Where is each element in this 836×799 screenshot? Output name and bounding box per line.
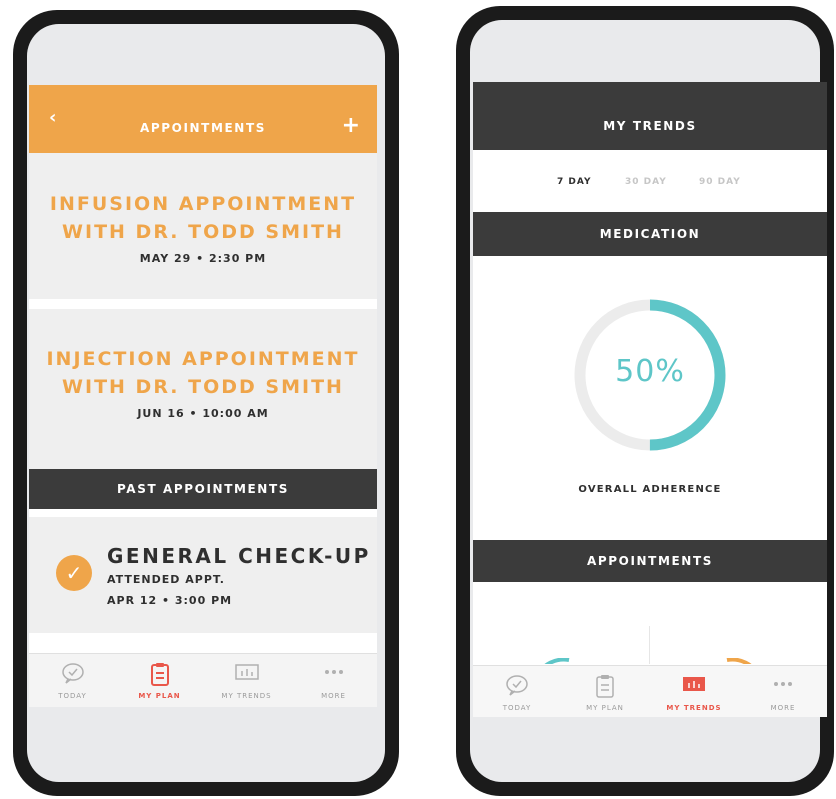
chat-check-icon: [506, 675, 528, 696]
trends-screen: MY TRENDS 7 DAY 30 DAY 90 DAY MEDICATION…: [473, 82, 827, 717]
appointments-header: APPOINTMENTS: [473, 540, 827, 582]
tab-my-trends[interactable]: MY TRENDS: [649, 666, 739, 717]
appointment-datetime: MAY 29 • 2:30 PM: [139, 252, 267, 265]
past-appointment-card[interactable]: ✓ GENERAL CHECK-UP ATTENDED APPT. APR 12…: [29, 517, 377, 633]
adherence-label: OVERALL ADHERENCE: [578, 484, 722, 495]
check-circle-icon: ✓: [56, 555, 92, 591]
appointment-card-infusion[interactable]: INFUSION APPOINTMENT WITH DR. TODD SMITH…: [29, 153, 377, 299]
past-appointment-status: ATTENDED APPT.: [107, 573, 225, 586]
appointments-gauge-partial: [544, 658, 570, 664]
tab-label: MY TRENDS: [666, 704, 722, 712]
appointment-title-line1: INFUSION APPOINTMENT: [49, 193, 357, 215]
adherence-value: 50%: [615, 354, 685, 389]
past-appointments-header: PAST APPOINTMENTS: [29, 469, 377, 509]
tab-my-trends[interactable]: MY TRENDS: [203, 654, 290, 707]
tab-today[interactable]: TODAY: [473, 666, 561, 717]
tab-more[interactable]: MORE: [739, 666, 827, 717]
range-7-day[interactable]: 7 DAY: [557, 177, 592, 187]
divider: [29, 509, 377, 517]
phone-frame-trends: MY TRENDS 7 DAY 30 DAY 90 DAY MEDICATION…: [456, 6, 834, 796]
tab-more[interactable]: MORE: [290, 654, 377, 707]
clipboard-icon: [150, 663, 169, 686]
past-appointment-title: GENERAL CHECK-UP: [107, 544, 371, 568]
appointment-title-line2: WITH DR. TODD SMITH: [62, 221, 344, 243]
chart-icon: [683, 677, 705, 691]
tab-label: MORE: [770, 704, 796, 712]
tab-bar: TODAY MY PLAN MY TRENDS MORE: [473, 665, 827, 717]
appointments-gauge-partial: [726, 658, 752, 664]
tab-my-plan[interactable]: MY PLAN: [561, 666, 649, 717]
plus-icon[interactable]: +: [342, 115, 360, 137]
range-30-day[interactable]: 30 DAY: [625, 177, 667, 187]
past-appointment-datetime: APR 12 • 3:00 PM: [107, 594, 233, 607]
tab-label: MY TRENDS: [221, 692, 272, 700]
medication-header: MEDICATION: [473, 212, 827, 256]
appointment-datetime: JUN 16 • 10:00 AM: [137, 407, 269, 420]
divider: [649, 626, 650, 664]
dots-icon: [324, 670, 343, 674]
tab-label: MY PLAN: [138, 692, 181, 700]
page-title: MY TRENDS: [473, 82, 827, 150]
tab-label: TODAY: [502, 704, 532, 712]
phone-frame-appointments: ‹ APPOINTMENTS + INFUSION APPOINTMENT WI…: [13, 10, 399, 796]
chat-check-icon: [61, 663, 84, 684]
appointments-header: ‹ APPOINTMENTS +: [29, 85, 377, 153]
tab-today[interactable]: TODAY: [29, 654, 116, 707]
appointments-screen: ‹ APPOINTMENTS + INFUSION APPOINTMENT WI…: [29, 85, 377, 707]
tab-my-plan[interactable]: MY PLAN: [116, 654, 203, 707]
clipboard-icon: [596, 675, 614, 698]
medication-section: 50% OVERALL ADHERENCE: [473, 256, 827, 534]
range-90-day[interactable]: 90 DAY: [699, 177, 741, 187]
divider: [29, 299, 377, 309]
tab-label: MORE: [321, 692, 346, 700]
dots-icon: [774, 682, 792, 686]
chart-icon: [234, 664, 259, 680]
appointment-title-line2: WITH DR. TODD SMITH: [62, 376, 344, 398]
tab-label: MY PLAN: [586, 704, 624, 712]
tab-label: TODAY: [58, 692, 87, 700]
tab-bar: TODAY MY PLAN MY TRENDS MORE: [29, 653, 377, 707]
divider: [29, 633, 377, 653]
appointments-section: [473, 582, 827, 664]
appointment-title-line1: INJECTION APPOINTMENT: [46, 348, 360, 370]
range-selector: 7 DAY 30 DAY 90 DAY: [473, 150, 827, 210]
page-title: APPOINTMENTS: [140, 121, 266, 135]
appointment-card-injection[interactable]: INJECTION APPOINTMENT WITH DR. TODD SMIT…: [29, 309, 377, 461]
